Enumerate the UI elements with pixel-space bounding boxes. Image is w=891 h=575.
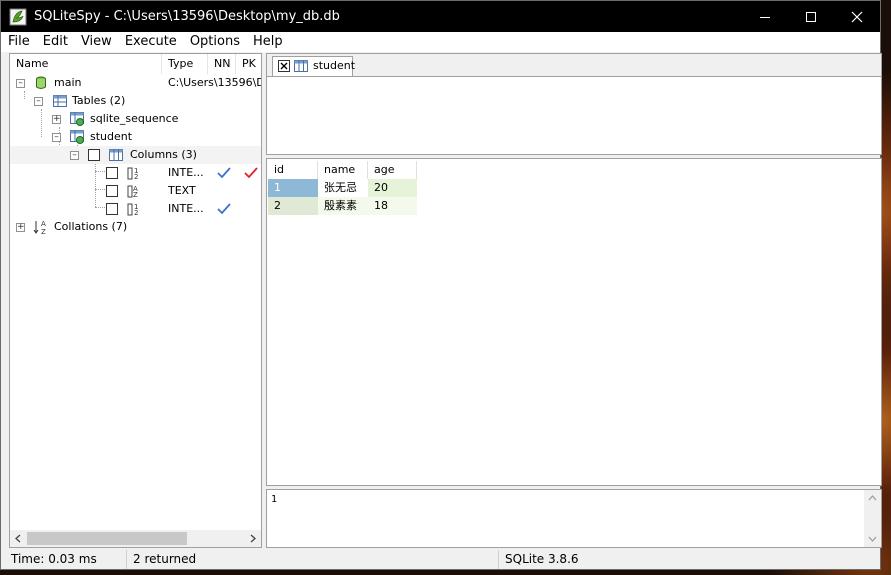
menu-execute[interactable]: Execute <box>118 32 183 52</box>
menu-file[interactable]: File <box>1 32 36 52</box>
svg-text:2: 2 <box>134 209 138 216</box>
tree-horizontal-scrollbar[interactable] <box>10 530 261 547</box>
column-2-checkbox[interactable] <box>106 185 118 197</box>
message-pane[interactable]: 1 <box>266 489 882 548</box>
menu-help[interactable]: Help <box>246 32 289 52</box>
sqlitespy-window: SQLiteSpy - C:\Users\13596\Desktop\my_db… <box>0 0 882 570</box>
minimize-icon <box>760 16 770 18</box>
grid-cell-selected[interactable]: 1 <box>268 179 318 197</box>
header-type[interactable]: Type <box>162 54 208 74</box>
tree-node-column-2[interactable]: A Z TEXT <box>10 182 261 200</box>
tree-node-columns[interactable]: – Columns (3) <box>10 146 261 164</box>
table-icon <box>294 60 308 72</box>
svg-text:A: A <box>41 220 46 228</box>
close-icon <box>851 11 863 22</box>
collations-label: Collations (7) <box>54 220 128 233</box>
header-pk[interactable]: PK <box>236 54 261 74</box>
scroll-right-icon[interactable] <box>249 534 257 543</box>
menu-bar: File Edit View Execute Options Help <box>1 32 880 52</box>
sqlite-sequence-label: sqlite_sequence <box>90 112 179 125</box>
tree-node-collations[interactable]: + A Z Collations (7) <box>10 218 261 236</box>
tab-student-label: student <box>313 59 356 72</box>
tab-student[interactable]: student <box>272 56 356 76</box>
column-3-checkbox[interactable] <box>106 203 118 215</box>
svg-text:2: 2 <box>134 173 138 180</box>
close-tab-icon[interactable] <box>278 60 290 72</box>
column-header-name[interactable]: name <box>318 161 368 179</box>
column-header-age[interactable]: age <box>368 161 417 179</box>
sqlitespy-app-icon <box>9 8 27 26</box>
expand-collations-icon[interactable]: + <box>16 223 25 232</box>
status-version: SQLite 3.8.6 <box>505 552 579 566</box>
status-bar: Time: 0.03 ms 2 returned SQLite 3.8.6 <box>1 550 880 569</box>
sql-editor-pane[interactable]: student <box>266 53 882 155</box>
primary-key-check-icon <box>244 167 258 179</box>
maximize-icon <box>806 11 816 22</box>
table-icon <box>70 112 84 126</box>
maximize-button[interactable] <box>788 1 834 32</box>
not-null-check-icon <box>217 203 231 215</box>
svg-text:Z: Z <box>133 191 138 198</box>
numeric-type-icon: 1 2 <box>127 203 138 216</box>
column-1-checkbox[interactable] <box>106 167 118 179</box>
columns-icon <box>109 149 123 161</box>
scroll-down-icon[interactable] <box>868 535 877 543</box>
text-type-icon: A Z <box>127 185 138 198</box>
header-nn[interactable]: NN <box>208 54 236 74</box>
close-button[interactable] <box>834 1 880 32</box>
result-grid-pane[interactable]: id name age 1 张无忌 20 2 殷素素 18 <box>266 158 882 486</box>
status-returned: 2 returned <box>129 550 499 569</box>
grid-cell[interactable]: 2 <box>268 197 318 215</box>
minimize-button[interactable] <box>742 1 788 32</box>
tree-node-student[interactable]: – student <box>10 128 261 146</box>
columns-checkbox[interactable] <box>88 149 100 161</box>
column-2-type: TEXT <box>168 184 196 197</box>
tree-node-main[interactable]: – main C:\Users\13596\De <box>10 74 261 92</box>
not-null-check-icon <box>217 167 231 179</box>
tree-node-column-3[interactable]: 1 2 INTE... <box>10 200 261 218</box>
tables-icon <box>53 95 67 107</box>
columns-label: Columns (3) <box>130 148 197 161</box>
collapse-tables-icon[interactable]: – <box>34 97 43 106</box>
db-path: C:\Users\13596\De <box>168 76 261 89</box>
table-icon <box>70 130 84 144</box>
tree-header: Name Type NN PK <box>10 54 261 74</box>
grid-cell[interactable]: 18 <box>368 197 417 215</box>
sql-tab-strip: student <box>267 54 881 77</box>
message-vertical-scrollbar[interactable] <box>864 490 881 547</box>
menu-view[interactable]: View <box>74 32 118 52</box>
tree-node-sqlite-sequence[interactable]: + sqlite_sequence <box>10 110 261 128</box>
menu-options[interactable]: Options <box>183 32 246 52</box>
db-label: main <box>54 76 82 89</box>
schema-tree-pane[interactable]: Name Type NN PK – main C:\Users\13596\De… <box>9 53 262 548</box>
status-time: Time: 0.03 ms <box>7 550 127 569</box>
collapse-columns-icon[interactable]: – <box>70 151 79 160</box>
tree-node-column-1[interactable]: 1 2 INTE... <box>10 164 261 182</box>
sort-az-icon: A Z <box>33 220 46 235</box>
column-header-id[interactable]: id <box>268 161 318 179</box>
svg-text:Z: Z <box>41 228 46 235</box>
collapse-main-icon[interactable]: – <box>16 79 25 88</box>
student-label: student <box>90 130 133 143</box>
header-name[interactable]: Name <box>10 54 162 74</box>
tree-node-tables[interactable]: – Tables (2) <box>10 92 261 110</box>
message-text: 1 <box>271 494 278 505</box>
database-icon <box>36 76 46 89</box>
column-1-type: INTE... <box>168 166 204 179</box>
numeric-type-icon: 1 2 <box>127 167 138 180</box>
collapse-student-icon[interactable]: – <box>52 133 61 142</box>
grid-cell[interactable]: 殷素素 <box>318 197 368 215</box>
tables-label: Tables (2) <box>72 94 126 107</box>
scroll-left-icon[interactable] <box>14 534 22 543</box>
column-3-type: INTE... <box>168 202 204 215</box>
menu-edit[interactable]: Edit <box>36 32 74 52</box>
expand-sqlite-sequence-icon[interactable]: + <box>52 115 61 124</box>
scrollbar-thumb[interactable] <box>27 532 187 545</box>
grid-cell[interactable]: 20 <box>368 179 417 197</box>
grid-cell[interactable]: 张无忌 <box>318 179 368 197</box>
title-bar: SQLiteSpy - C:\Users\13596\Desktop\my_db… <box>1 1 880 32</box>
scroll-up-icon[interactable] <box>868 494 877 502</box>
window-title: SQLiteSpy - C:\Users\13596\Desktop\my_db… <box>34 9 340 24</box>
